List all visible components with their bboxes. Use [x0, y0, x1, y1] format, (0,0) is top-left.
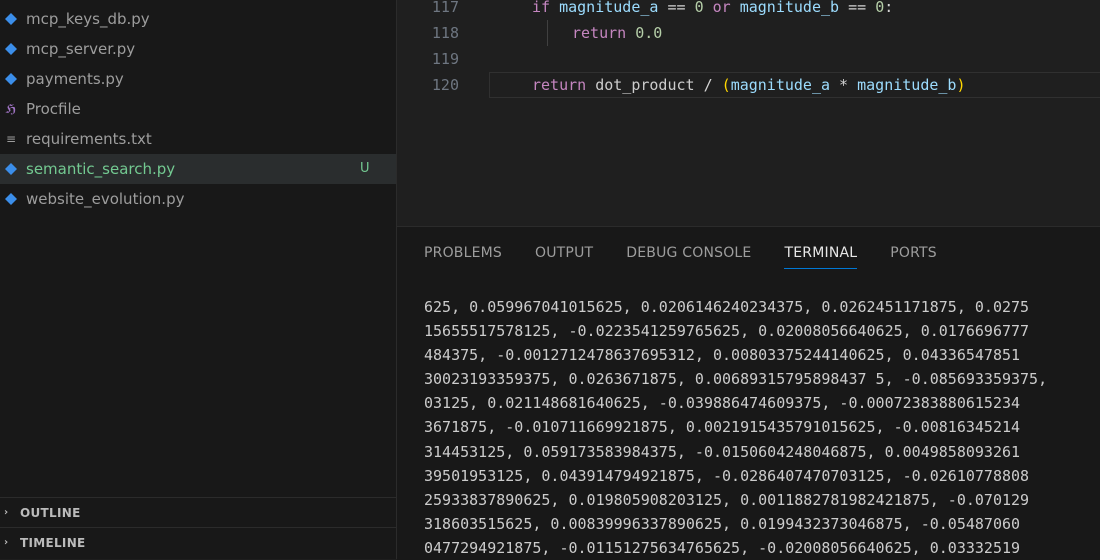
python-icon — [4, 162, 18, 176]
line-number: 120 — [431, 76, 459, 94]
file-item-mcp-keys-db[interactable]: mcp_keys_db.py — [0, 4, 396, 34]
file-name: website_evolution.py — [26, 190, 185, 208]
current-line-highlight — [489, 72, 1100, 98]
timeline-label: TIMELINE — [20, 535, 86, 550]
file-name: mcp_server.py — [26, 40, 136, 58]
terminal-line: 03125, 0.021148681640625, -0.03988647460… — [424, 394, 1021, 413]
python-icon — [4, 12, 18, 26]
tab-terminal[interactable]: TERMINAL — [784, 243, 858, 269]
line-number: 119 — [431, 50, 459, 68]
heroku-icon: ℌ — [5, 102, 17, 116]
code-line-117[interactable]: 117 if magnitude_a == 0 or magnitude_b =… — [397, 0, 1100, 20]
tab-output[interactable]: OUTPUT — [535, 243, 593, 269]
terminal-line: 25933837890625, 0.019805908203125, 0.001… — [424, 490, 1030, 509]
file-item-semantic-search[interactable]: semantic_search.py U — [0, 154, 396, 184]
file-item-payments[interactable]: payments.py — [0, 64, 396, 94]
file-list: mcp_keys_db.py mcp_server.py payments.py… — [0, 4, 396, 214]
file-item-mcp-server[interactable]: mcp_server.py — [0, 34, 396, 64]
terminal-line: 0477294921875, -0.01151275634765625, -0.… — [424, 538, 1021, 557]
chevron-right-icon: › — [4, 507, 9, 518]
untracked-badge: U — [360, 161, 370, 176]
terminal-line: 15655517578125, -0.0223541259765625, 0.0… — [424, 322, 1030, 341]
terminal-line: 625, 0.059967041015625, 0.02061462402343… — [424, 298, 1030, 316]
bottom-panel: PROBLEMS OUTPUT DEBUG CONSOLE TERMINAL P… — [397, 226, 1100, 560]
code-line-118[interactable]: 118 return 0.0 — [397, 20, 1100, 46]
python-icon — [4, 42, 18, 56]
text-file-icon: ≡ — [5, 132, 17, 146]
python-icon — [4, 192, 18, 206]
explorer-sidebar: mcp_keys_db.py mcp_server.py payments.py… — [0, 0, 397, 559]
file-item-procfile[interactable]: ℌ Procfile — [0, 94, 396, 124]
line-number: 118 — [431, 24, 459, 42]
timeline-section-header[interactable]: › TIMELINE — [0, 527, 396, 557]
code-text: return 0.0 — [572, 24, 663, 42]
terminal-line: 3671875, -0.010711669921875, 0.002191543… — [424, 418, 1021, 437]
terminal-line: 39501953125, 0.043914794921875, -0.02864… — [424, 466, 1030, 485]
chevron-right-icon: › — [4, 537, 9, 548]
code-line-119[interactable]: 119 — [397, 46, 1100, 72]
file-name: payments.py — [26, 70, 124, 88]
file-name: semantic_search.py — [26, 160, 176, 178]
file-name: requirements.txt — [26, 130, 152, 148]
tab-debug-console[interactable]: DEBUG CONSOLE — [626, 243, 751, 269]
line-number: 117 — [431, 0, 459, 16]
terminal-line: 314453125, 0.059173583984375, -0.0150604… — [424, 442, 1021, 461]
file-name: Procfile — [26, 100, 81, 118]
terminal-line: 484375, -0.0012712478637695312, 0.008033… — [424, 346, 1021, 365]
terminal-line: 30023193359375, 0.0263671875, 0.00689315… — [424, 370, 1048, 389]
terminal-line: 318603515625, 0.00839996337890625, 0.019… — [424, 514, 1021, 533]
file-item-requirements[interactable]: ≡ requirements.txt — [0, 124, 396, 154]
file-item-website-evolution[interactable]: website_evolution.py — [0, 184, 396, 214]
terminal-output[interactable]: 625, 0.059967041015625, 0.02061462402343… — [424, 295, 1100, 560]
outline-label: OUTLINE — [20, 505, 81, 520]
tab-problems[interactable]: PROBLEMS — [424, 243, 502, 269]
file-name: mcp_keys_db.py — [26, 10, 150, 28]
code-text: if magnitude_a == 0 or magnitude_b == 0: — [532, 0, 894, 16]
tab-ports[interactable]: PORTS — [890, 243, 937, 269]
python-icon — [4, 72, 18, 86]
outline-section-header[interactable]: › OUTLINE — [0, 497, 396, 527]
panel-tabs: PROBLEMS OUTPUT DEBUG CONSOLE TERMINAL P… — [424, 243, 970, 269]
code-editor[interactable]: 117 if magnitude_a == 0 or magnitude_b =… — [397, 0, 1100, 226]
